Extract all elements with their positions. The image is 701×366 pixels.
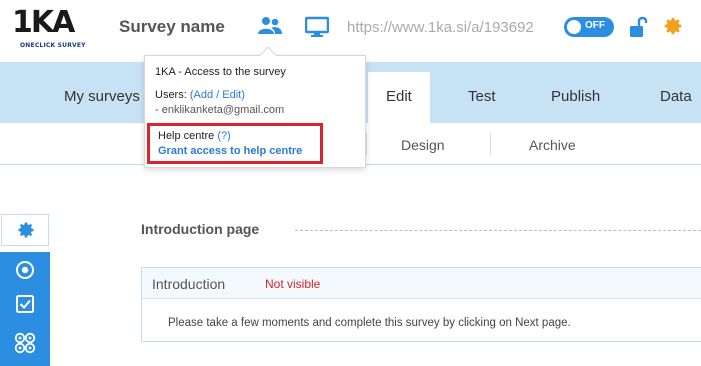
visibility-status[interactable]: Not visible: [265, 277, 320, 291]
monitor-icon[interactable]: [305, 16, 329, 38]
side-settings-button[interactable]: [1, 214, 49, 246]
survey-active-toggle[interactable]: OFF: [564, 17, 614, 37]
tab-divider: [490, 133, 491, 155]
checkbox-icon[interactable]: [14, 293, 36, 315]
side-toolbar: [0, 252, 50, 366]
logo-subtitle: ONECLICK SURVEY: [20, 42, 86, 49]
introduction-card[interactable]: Introduction Not visible Please take a f…: [141, 267, 701, 342]
tab-design[interactable]: Design: [401, 137, 445, 153]
nav-edit[interactable]: Edit: [368, 72, 430, 123]
toggle-label: OFF: [585, 20, 605, 31]
survey-name[interactable]: Survey name: [119, 17, 225, 37]
unlock-icon[interactable]: [628, 16, 650, 38]
target-icon[interactable]: [14, 259, 36, 281]
survey-url[interactable]: https://www.1ka.si/a/193692: [347, 19, 534, 36]
top-header: 1KA ONECLICK SURVEY Survey name https://…: [0, 0, 701, 62]
tab-archive[interactable]: Archive: [529, 137, 576, 153]
grid-circles-icon[interactable]: [13, 331, 37, 355]
survey-access-popup: 1KA - Access to the survey Users: (Add /…: [144, 46, 366, 168]
logo-text: 1KA: [12, 5, 75, 40]
gear-icon: [18, 222, 34, 238]
card-title: Introduction: [152, 276, 226, 292]
section-heading: Introduction page: [141, 221, 260, 237]
popup-title: 1KA - Access to the survey: [155, 66, 286, 78]
grant-access-link[interactable]: Grant access to help centre: [158, 145, 302, 157]
logo[interactable]: 1KA ONECLICK SURVEY: [12, 5, 86, 52]
popup-users-line: Users: (Add / Edit): [155, 89, 245, 101]
tab-divider: [366, 133, 367, 155]
nav-test[interactable]: Test: [468, 88, 496, 105]
help-centre-highlight: Help centre (?) Grant access to help cen…: [147, 123, 323, 164]
nav-data[interactable]: Data: [660, 88, 692, 105]
gear-icon[interactable]: [662, 15, 684, 37]
intro-text[interactable]: Please take a few moments and complete t…: [168, 317, 571, 329]
users-add-edit-link[interactable]: Add / Edit: [194, 89, 242, 101]
section-divider: [295, 230, 701, 231]
help-question-link[interactable]: (?): [217, 130, 230, 142]
card-header: Introduction Not visible: [142, 268, 701, 299]
users-icon[interactable]: [257, 16, 283, 36]
nav-publish[interactable]: Publish: [551, 88, 600, 105]
users-close-paren: ): [241, 89, 245, 101]
toggle-knob: [567, 20, 581, 34]
help-centre-line: Help centre (?): [158, 130, 231, 142]
user-email: - enklikanketa@gmail.com: [155, 104, 285, 116]
nav-my-surveys[interactable]: My surveys: [64, 88, 140, 105]
users-label: Users:: [155, 89, 187, 101]
help-centre-label: Help centre: [158, 130, 215, 142]
